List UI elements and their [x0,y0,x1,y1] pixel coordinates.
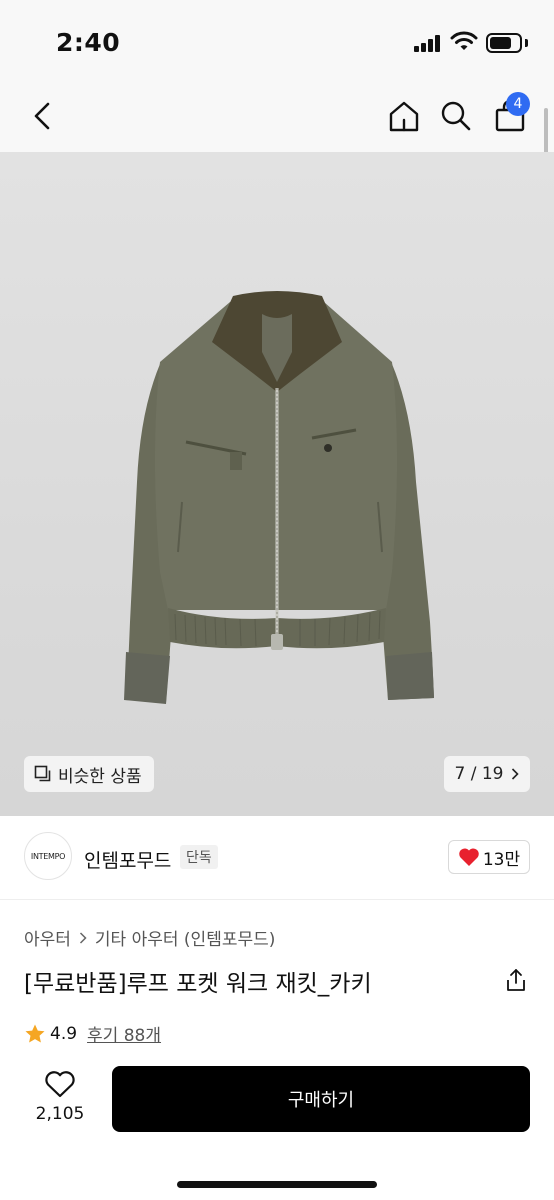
rating-value: 4.9 [50,1023,78,1044]
breadcrumb: 아우터 기타 아우터 (인템포무드) [24,925,275,950]
wishlist-count: 2,105 [35,1104,85,1124]
brand-like-count: 13만 [482,849,521,870]
breadcrumb-category[interactable]: 아우터 [24,925,71,950]
rating-row: 4.9 후기 88개 [24,1021,161,1046]
brand-like-button[interactable]: 13만 [448,840,530,874]
chevron-right-icon [511,768,520,780]
back-icon[interactable] [20,94,64,138]
product-title: [무료반품]루프 포켓 워크 재킷_카키 [24,971,372,997]
cellular-signal-icon [414,34,442,52]
heart-filled-icon [458,847,480,867]
brand-logo[interactable]: INTEMPO [24,832,72,880]
battery-tip [525,39,528,47]
brand-logo-text: INTEMPO [30,851,66,861]
image-page-counter[interactable]: 7 / 19 [444,756,530,792]
wifi-icon [450,30,478,56]
brand-name[interactable]: 인템포무드 [84,846,171,873]
review-count-link[interactable]: 후기 88개 [87,1021,161,1046]
top-nav-bar [0,86,554,152]
battery-icon [486,33,522,53]
buy-button[interactable]: 구매하기 [112,1066,530,1132]
star-icon [24,1023,46,1045]
exclusive-badge: 단독 [180,845,218,869]
status-time: 2:40 [56,28,121,57]
page-counter-text: 7 / 19 [454,764,504,784]
home-indicator [177,1181,377,1188]
battery-level [490,37,511,49]
breadcrumb-subcategory[interactable]: 기타 아우터 (인템포무드) [95,925,275,950]
product-image-gallery[interactable]: 비슷한 상품 7 / 19 [0,152,554,816]
share-icon[interactable] [503,966,529,994]
similar-products-button[interactable]: 비슷한 상품 [24,756,154,792]
section-divider [0,899,554,900]
wishlist-button[interactable]: 2,105 [24,1068,96,1138]
heart-outline-icon [24,1070,96,1098]
copy-icon [34,765,52,783]
bottom-action-bar: 2,105 구매하기 [0,1058,554,1200]
similar-products-label: 비슷한 상품 [58,766,142,787]
chevron-right-icon [79,931,87,944]
brand-row: INTEMPO 인템포무드 단독 13만 [24,832,530,882]
product-image [124,291,434,704]
cart-count-badge: 4 [506,92,530,116]
search-icon[interactable] [434,94,478,138]
home-icon[interactable] [382,94,426,138]
status-bar: 2:40 [0,0,554,86]
